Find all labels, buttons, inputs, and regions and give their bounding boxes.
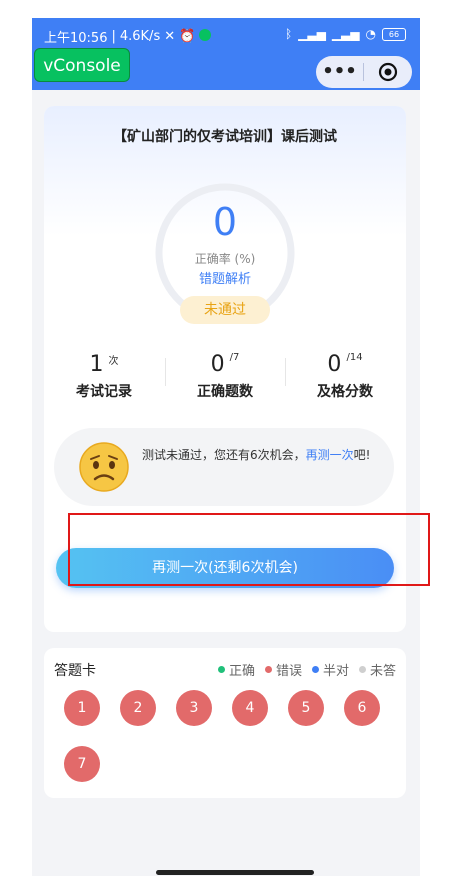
- top-bar: 上午10:56 | 4.6K/s ✕ ⏰ ᛒ ▁▃▅ ▁▃▅ ◔ 66 vCon…: [32, 18, 420, 90]
- stat-pass-score: 0 /14 及格分数: [285, 352, 405, 401]
- stat-value: 0: [210, 352, 225, 377]
- more-dots-icon[interactable]: •••: [316, 56, 363, 88]
- question-button-7[interactable]: 7: [64, 746, 100, 782]
- question-button-3[interactable]: 3: [176, 690, 212, 726]
- retry-link[interactable]: 再测一次: [306, 448, 354, 462]
- target-icon[interactable]: [364, 62, 411, 82]
- score-value: 0: [212, 200, 238, 244]
- answer-card: 答题卡 正确 错误 半对 未答 1 2 3 4 5 6 7: [44, 648, 406, 798]
- tip-bubble: 测试未通过，您还有6次机会，再测一次吧!: [54, 428, 394, 506]
- page-title: 【矿山部门的仅考试培训】课后测试: [113, 129, 337, 145]
- unanswered-dot-icon: [358, 666, 366, 673]
- stat-unit: /14: [346, 352, 363, 363]
- legend-half: 半对: [311, 660, 349, 679]
- status-badge: 未通过: [180, 296, 270, 324]
- legend-label: 半对: [322, 664, 349, 679]
- wrong-dot-icon: [264, 666, 272, 673]
- legend-label: 正确: [228, 664, 255, 679]
- tip-text: 测试未通过，您还有6次机会，再测一次吧!: [142, 445, 378, 466]
- mini-program-capsule: •••: [316, 56, 412, 88]
- status-speed: 4.6K/s: [119, 29, 161, 44]
- question-button-2[interactable]: 2: [120, 690, 156, 726]
- question-button-4[interactable]: 4: [232, 690, 268, 726]
- home-indicator: [156, 870, 314, 875]
- tip-suffix: 吧!: [353, 448, 371, 462]
- phone-screen: 上午10:56 | 4.6K/s ✕ ⏰ ᛒ ▁▃▅ ▁▃▅ ◔ 66 vCon…: [32, 18, 420, 876]
- stat-label: 考试记录: [76, 384, 132, 400]
- wifi-icon: ◔: [365, 27, 376, 41]
- muted-icon: ✕: [164, 29, 176, 44]
- stat-value: 1: [89, 352, 104, 377]
- half-dot-icon: [311, 666, 319, 673]
- legend-correct: 正确: [217, 660, 255, 679]
- vconsole-ribbon: [123, 50, 129, 56]
- question-button-5[interactable]: 5: [288, 690, 324, 726]
- battery-icon: 66: [382, 27, 406, 41]
- stat-correct-count: 0 /7 正确题数: [165, 352, 285, 401]
- status-time: 上午10:56: [44, 31, 108, 46]
- wrong-answers-link[interactable]: 错题解析: [44, 268, 406, 287]
- stat-unit: 次: [108, 356, 119, 367]
- signal-icon: ▁▃▅: [298, 27, 326, 41]
- legend-label: 错误: [275, 664, 302, 679]
- answer-card-title: 答题卡: [54, 663, 96, 679]
- vconsole-label: vConsole: [43, 56, 121, 76]
- stat-value: 0: [327, 352, 342, 377]
- wechat-icon: [199, 28, 212, 45]
- question-button-6[interactable]: 6: [344, 690, 380, 726]
- worried-face-icon: [79, 442, 129, 492]
- correct-dot-icon: [217, 666, 225, 673]
- bluetooth-icon: ᛒ: [284, 27, 293, 41]
- stat-exam-records: 1 次 考试记录: [44, 352, 164, 401]
- highlight-box: [68, 513, 430, 586]
- question-button-1[interactable]: 1: [64, 690, 100, 726]
- status-left: 上午10:56 | 4.6K/s ✕ ⏰: [44, 27, 212, 46]
- stat-label: 及格分数: [317, 384, 373, 400]
- stat-label: 正确题数: [197, 384, 253, 400]
- stat-unit: /7: [229, 352, 240, 363]
- legend-wrong: 错误: [264, 660, 302, 679]
- alarm-icon: ⏰: [179, 29, 196, 44]
- vconsole-button[interactable]: vConsole: [34, 48, 130, 82]
- signal-icon-2: ▁▃▅: [331, 27, 360, 41]
- accuracy-label: 正确率 (%): [194, 252, 256, 266]
- tip-message: 测试未通过，您还有6次机会，: [142, 448, 306, 462]
- status-right: ᛒ ▁▃▅ ▁▃▅ ◔ 66: [285, 27, 406, 41]
- legend-unanswered: 未答: [358, 660, 396, 679]
- status-separator: |: [111, 29, 116, 44]
- legend: 正确 错误 半对 未答: [217, 660, 396, 679]
- legend-label: 未答: [369, 664, 396, 679]
